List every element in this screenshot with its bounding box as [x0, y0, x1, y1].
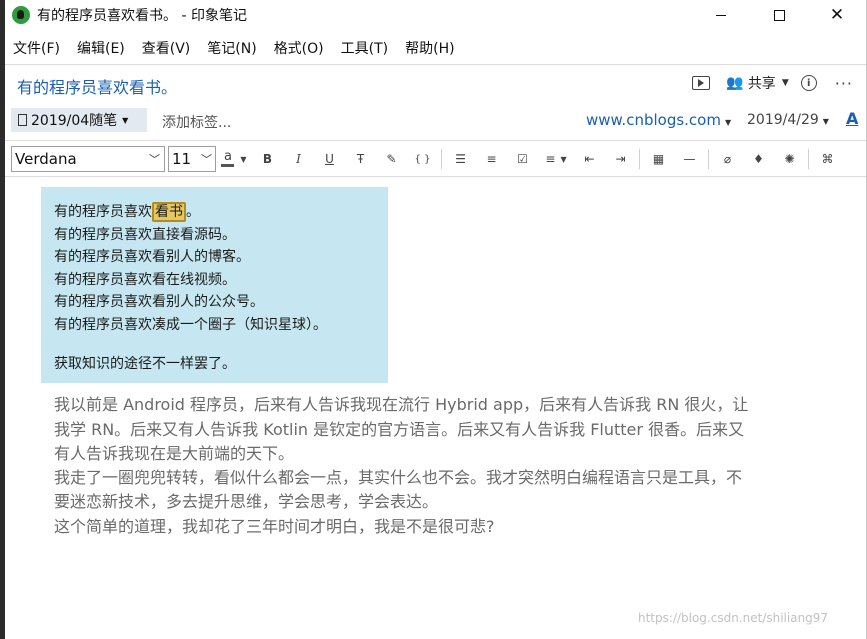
chevron-down-icon: ﹀: [149, 153, 160, 166]
window-controls: ✕: [692, 0, 866, 30]
window-title: 有的程序员喜欢看书。 - 印象笔记: [37, 8, 247, 24]
quote-line: 有的程序员喜欢看别人的公众号。: [54, 294, 264, 310]
note-title[interactable]: 有的程序员喜欢看书。: [17, 74, 177, 98]
menu-help[interactable]: 帮助(H): [397, 38, 462, 58]
quote-line: 有的程序员喜欢看在线视频。: [54, 272, 236, 288]
horizontal-rule-button[interactable]: —: [674, 146, 705, 172]
close-button[interactable]: ✕: [808, 0, 866, 30]
underline-button[interactable]: U: [314, 146, 345, 172]
chevron-down-icon: ﹀: [201, 153, 212, 166]
toolbar-divider: [708, 149, 709, 169]
quote-block[interactable]: 有的程序员喜欢 看书。 有的程序员喜欢直接看源码。 有的程序员喜欢看别人的博客。 …: [41, 187, 388, 383]
body-paragraph-line: 我走了一圈兜兜转转，看似什么都会一点，其实什么也不会。我才突然明白编程语言只是工…: [54, 468, 743, 487]
info-icon[interactable]: i: [800, 75, 817, 91]
font-family-select[interactable]: Verdana ﹀: [11, 146, 165, 172]
note-header-actions: 👥 共享 ▼ i ···: [692, 73, 853, 93]
chevron-down-icon: ▼: [240, 154, 247, 164]
bold-button[interactable]: B: [252, 146, 283, 172]
close-icon: ✕: [829, 5, 845, 25]
text-color-icon: a: [221, 150, 235, 167]
chevron-down-icon: ▼: [560, 154, 567, 164]
background-window-edge: [0, 0, 5, 639]
menu-tools[interactable]: 工具(T): [333, 38, 396, 58]
people-icon: 👥: [726, 75, 744, 91]
menu-view[interactable]: 查看(V): [134, 38, 199, 58]
bulleted-list-button[interactable]: ☰: [445, 146, 476, 172]
chevron-down-icon: ▼: [122, 115, 129, 125]
share-button[interactable]: 👥 共享 ▼: [726, 73, 788, 93]
quote-line: 有的程序员喜欢凑成一个圈子（知识星球）。: [54, 317, 327, 333]
italic-button[interactable]: I: [283, 146, 314, 172]
menu-file[interactable]: 文件(F): [5, 38, 68, 58]
body-paragraph-line: 我以前是 Android 程序员，后来有人告诉我现在流行 Hybrid app，…: [54, 395, 749, 414]
font-size-value: 11: [172, 150, 192, 168]
text-color-button[interactable]: a ▼: [216, 146, 252, 172]
format-toolbar: Verdana ﹀ 11 ﹀ a ▼ B I U Ŧ ✎ { } ☰ ≡ ☑ ≡…: [5, 144, 866, 174]
watermark: https://blog.csdn.net/shiliang97: [638, 611, 829, 625]
menu-format[interactable]: 格式(O): [266, 38, 332, 58]
more-options-icon[interactable]: ···: [835, 74, 853, 93]
quote-line: 获取知识的途径不一样罢了。: [54, 356, 236, 372]
toolbar-divider: [639, 149, 640, 169]
minimize-icon: [716, 14, 726, 16]
menu-edit[interactable]: 编辑(E): [69, 38, 133, 58]
font-size-select[interactable]: 11 ﹀: [168, 146, 216, 172]
note-date-text: 2019/4/29: [747, 112, 819, 128]
font-settings-button[interactable]: A: [846, 109, 858, 128]
menu-bar: 文件(F) 编辑(E) 查看(V) 笔记(N) 格式(O) 工具(T) 帮助(H…: [5, 36, 464, 60]
strikethrough-button[interactable]: Ŧ: [345, 146, 376, 172]
highlighted-text: 看书: [152, 202, 186, 222]
toolbar-divider: [441, 149, 442, 169]
body-paragraph-line: 要迷恋新技术，多去提升思维，学会思考，学会表达。: [54, 492, 439, 511]
note-date[interactable]: 2019/4/29 ▼: [747, 112, 829, 128]
code-block-button[interactable]: { }: [407, 146, 438, 172]
header-divider: [5, 140, 866, 141]
notebook-selector[interactable]: 2019/04随笔 ▼: [11, 108, 147, 132]
font-family-value: Verdana: [15, 150, 77, 168]
chevron-down-icon: ▼: [781, 78, 789, 88]
evernote-app-icon: [12, 6, 30, 24]
maximize-icon: [773, 9, 785, 21]
minimize-button[interactable]: [692, 0, 750, 30]
toolbar-divider-line: [5, 176, 866, 177]
body-paragraph-line: 有人告诉我现在是大前端的天下。: [54, 444, 295, 463]
source-url-link[interactable]: www.cnblogs.com ▼: [586, 111, 731, 129]
notebook-name: 2019/04随笔: [31, 113, 118, 129]
sketch-button[interactable]: ✺: [774, 146, 805, 172]
menu-divider: [5, 64, 866, 65]
insert-table-button[interactable]: ▦: [643, 146, 674, 172]
align-icon: ≡: [545, 152, 556, 166]
indent-button[interactable]: ⇥: [605, 146, 636, 172]
outdent-button[interactable]: ⇤: [574, 146, 605, 172]
highlight-button[interactable]: ✎: [376, 146, 407, 172]
body-paragraph-line: 我学 RN。后来又有人告诉我 Kotlin 是钦定的官方语言。后来又有人告诉我 …: [54, 420, 745, 439]
quote-line: 有的程序员喜欢直接看源码。: [54, 227, 236, 243]
more-format-button[interactable]: ⌘: [812, 146, 843, 172]
toolbar-divider: [808, 149, 809, 169]
chevron-down-icon: ▼: [822, 117, 829, 126]
attach-file-button[interactable]: ⌀: [712, 146, 743, 172]
notebook-icon: [18, 114, 27, 126]
numbered-list-button[interactable]: ≡: [476, 146, 507, 172]
body-paragraph-line: 这个简单的道理，我却花了三年时间才明白，我是不是很可悲?: [54, 517, 495, 536]
checkbox-button[interactable]: ☑: [507, 146, 538, 172]
align-button[interactable]: ≡ ▼: [538, 146, 574, 172]
maximize-button[interactable]: [750, 0, 808, 30]
quote-line: 有的程序员喜欢 看书。: [54, 202, 200, 222]
menu-note[interactable]: 笔记(N): [199, 38, 264, 58]
title-bar: 有的程序员喜欢看书。 - 印象笔记 ✕: [5, 0, 866, 30]
presentation-icon[interactable]: [692, 76, 711, 90]
share-label: 共享: [747, 76, 776, 92]
chevron-down-icon: ▼: [724, 118, 732, 127]
record-audio-button[interactable]: ♦: [743, 146, 774, 172]
source-url-text: www.cnblogs.com: [586, 111, 721, 129]
add-tags-input[interactable]: 添加标签...: [162, 112, 231, 132]
quote-line: 有的程序员喜欢看别人的博客。: [54, 249, 250, 265]
